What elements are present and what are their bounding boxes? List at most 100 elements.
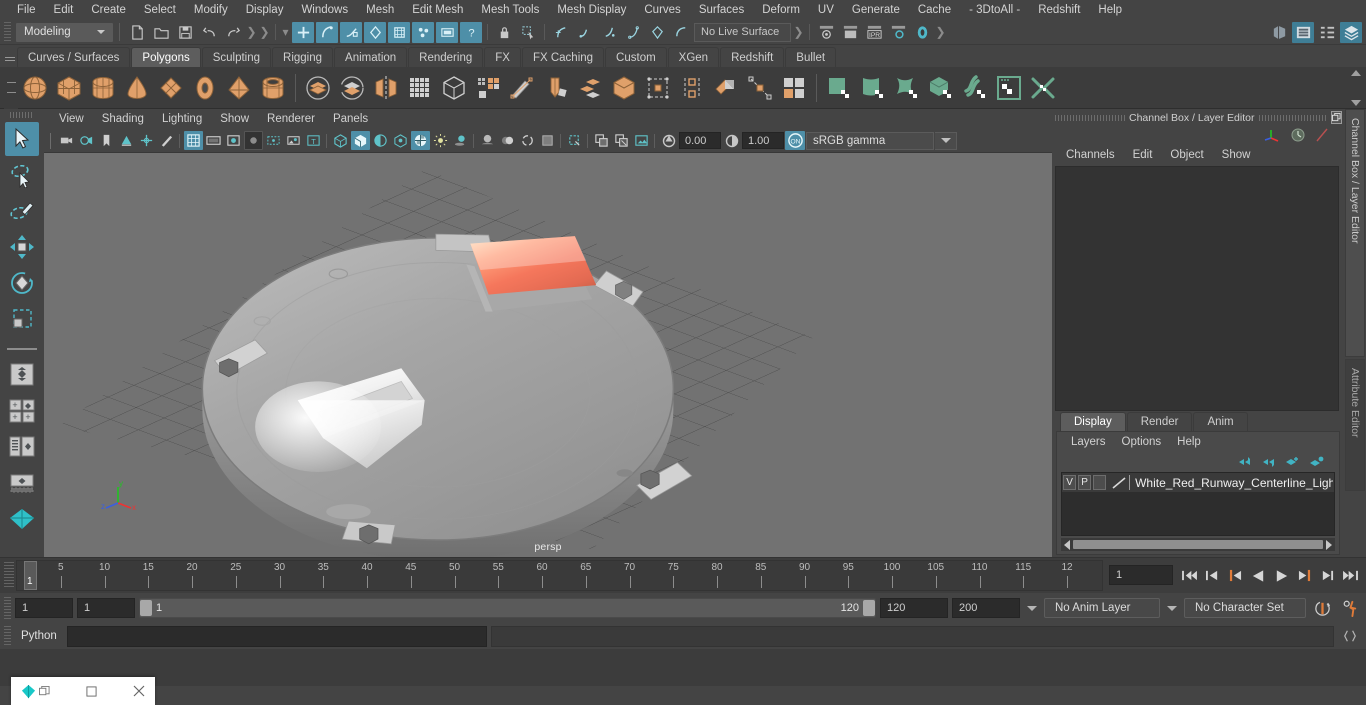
layer-menu-help[interactable]: Help [1169,435,1209,449]
time-slider-track[interactable]: 1 5 10 15 20 25 30 35 40 45 50 55 60 65 70 75 80 85 90 95 1… [16,560,1103,591]
go-to-start-icon[interactable] [1179,565,1199,587]
textured-icon[interactable] [411,131,430,150]
shelf-tab-rendering[interactable]: Rendering [408,47,484,67]
combine-icon[interactable] [301,70,335,106]
menu-select[interactable]: Select [135,2,185,18]
script-editor-icon[interactable] [1338,626,1362,647]
film-gate-icon[interactable] [204,131,223,150]
new-scene-icon[interactable] [126,22,148,43]
smooth-icon[interactable] [403,70,437,106]
bevel-icon[interactable] [505,70,539,106]
undo-icon[interactable] [198,22,220,43]
grid-toggle-icon[interactable] [184,131,203,150]
xray-icon[interactable] [284,131,303,150]
shelf-tab-xgen[interactable]: XGen [667,47,720,67]
snap-point-icon[interactable] [598,22,620,43]
menu-3dtoall[interactable]: - 3DtoAll - [960,2,1029,18]
snap-together-icon[interactable] [550,22,572,43]
layer-tab-anim[interactable]: Anim [1193,412,1248,431]
smooth-shade-icon[interactable] [351,131,370,150]
layer-menu-options[interactable]: Options [1114,435,1170,449]
command-input[interactable] [66,625,487,647]
statusbar-grip[interactable] [4,21,11,43]
extrude-icon[interactable] [471,70,505,106]
time-slider-grip[interactable] [4,562,14,589]
ipr-render-icon[interactable]: IPR [863,22,885,43]
scroll-right-icon[interactable] [1326,539,1332,550]
maximize-button[interactable] [86,685,97,697]
viewport-menu-show[interactable]: Show [211,111,258,127]
uv-automatic-icon[interactable] [924,70,958,106]
gamma-field[interactable]: 1.00 [742,132,784,149]
menu-mesh[interactable]: Mesh [357,2,403,18]
insert-edge-loop-icon[interactable] [709,70,743,106]
mirror-icon[interactable] [369,70,403,106]
step-forward-keyframe-icon[interactable] [1317,565,1337,587]
render-view-icon[interactable] [911,22,933,43]
time-cursor[interactable]: 1 [24,561,37,590]
uv-planar-icon[interactable] [822,70,856,106]
current-frame-field[interactable]: 1 [1109,565,1173,585]
step-back-keyframe-icon[interactable] [1202,565,1222,587]
perspective-viewport[interactable]: y x z persp [44,153,1052,557]
uv-contour-stretch-icon[interactable] [958,70,992,106]
menu-edit[interactable]: Edit [45,2,83,18]
layer-list[interactable]: VP White_Red_Runway_Centerline_Light_Dou [1061,472,1335,536]
uv-unfold-icon[interactable] [1026,70,1060,106]
poly-plane-icon[interactable] [154,70,188,106]
grease-pencil-icon[interactable] [157,131,176,150]
scroll-left-icon[interactable] [1064,539,1070,550]
menu-edit-mesh[interactable]: Edit Mesh [403,2,472,18]
play-forwards-icon[interactable] [1271,565,1291,587]
menu-file[interactable]: File [8,2,45,18]
menu-curves[interactable]: Curves [635,2,689,18]
shelf-tab-rigging[interactable]: Rigging [272,47,334,67]
shelf-tab-bullet[interactable]: Bullet [785,47,837,67]
shelf-scroll-arrows[interactable] [1348,70,1364,106]
single-perspective-view-layout[interactable] [5,358,39,392]
resolution-gate-icon[interactable] [224,131,243,150]
heads-up-icon[interactable]: T [304,131,323,150]
two-d-pan-zoom-icon[interactable] [137,131,156,150]
layer-row[interactable]: VP White_Red_Runway_Centerline_Light_Dou [1062,473,1334,492]
play-backwards-icon[interactable] [1248,565,1268,587]
save-scene-icon[interactable] [174,22,196,43]
snap-to-curve-icon[interactable] [388,21,410,43]
lock-icon[interactable] [493,22,515,43]
snap-to-grid-icon[interactable] [364,21,386,43]
poly-sphere-icon[interactable] [18,70,52,106]
menu-set-selector[interactable]: Modeling [16,22,113,42]
new-layer-icon[interactable] [1285,456,1301,468]
uv-cylindrical-icon[interactable] [856,70,890,106]
dock-grip-right[interactable] [1258,114,1327,121]
menu-modify[interactable]: Modify [185,2,237,18]
channel-box-content[interactable] [1055,166,1339,411]
highlight-selection-icon[interactable] [517,22,539,43]
shadows-icon[interactable] [451,131,470,150]
wireframe-icon[interactable] [331,131,350,150]
range-right-handle[interactable] [863,600,875,616]
layer-name[interactable]: White_Red_Runway_Centerline_Light_Dou [1132,476,1333,490]
menu-deform[interactable]: Deform [753,2,809,18]
exposure-icon[interactable] [659,131,678,150]
move-layer-up-icon[interactable] [1237,456,1253,468]
isolate-select-icon[interactable] [538,131,557,150]
screen-space-ao-icon[interactable] [478,131,497,150]
expand-group-icon[interactable]: ▾ [281,23,290,42]
layer-playback-toggle[interactable]: P [1078,475,1092,490]
axis-indicator-icon[interactable] [1264,127,1282,143]
playback-start-field[interactable]: 1 [77,598,135,618]
select-by-hierarchy-icon[interactable] [292,21,314,43]
menu-help[interactable]: Help [1089,2,1131,18]
anim-layer-dropdown-icon[interactable] [1024,598,1040,618]
poly-cone-icon[interactable] [120,70,154,106]
chevron-down-icon[interactable] [935,131,957,150]
gamma-icon[interactable] [722,131,741,150]
side-tab-attribute-editor[interactable]: Attribute Editor [1345,359,1365,491]
hypershade-layout[interactable] [5,502,39,536]
shelf-tab-animation[interactable]: Animation [334,47,408,67]
select-camera-icon[interactable] [57,131,76,150]
menu-mesh-display[interactable]: Mesh Display [548,2,635,18]
command-line-grip[interactable] [4,626,11,646]
animation-end-field[interactable]: 200 [952,598,1020,618]
